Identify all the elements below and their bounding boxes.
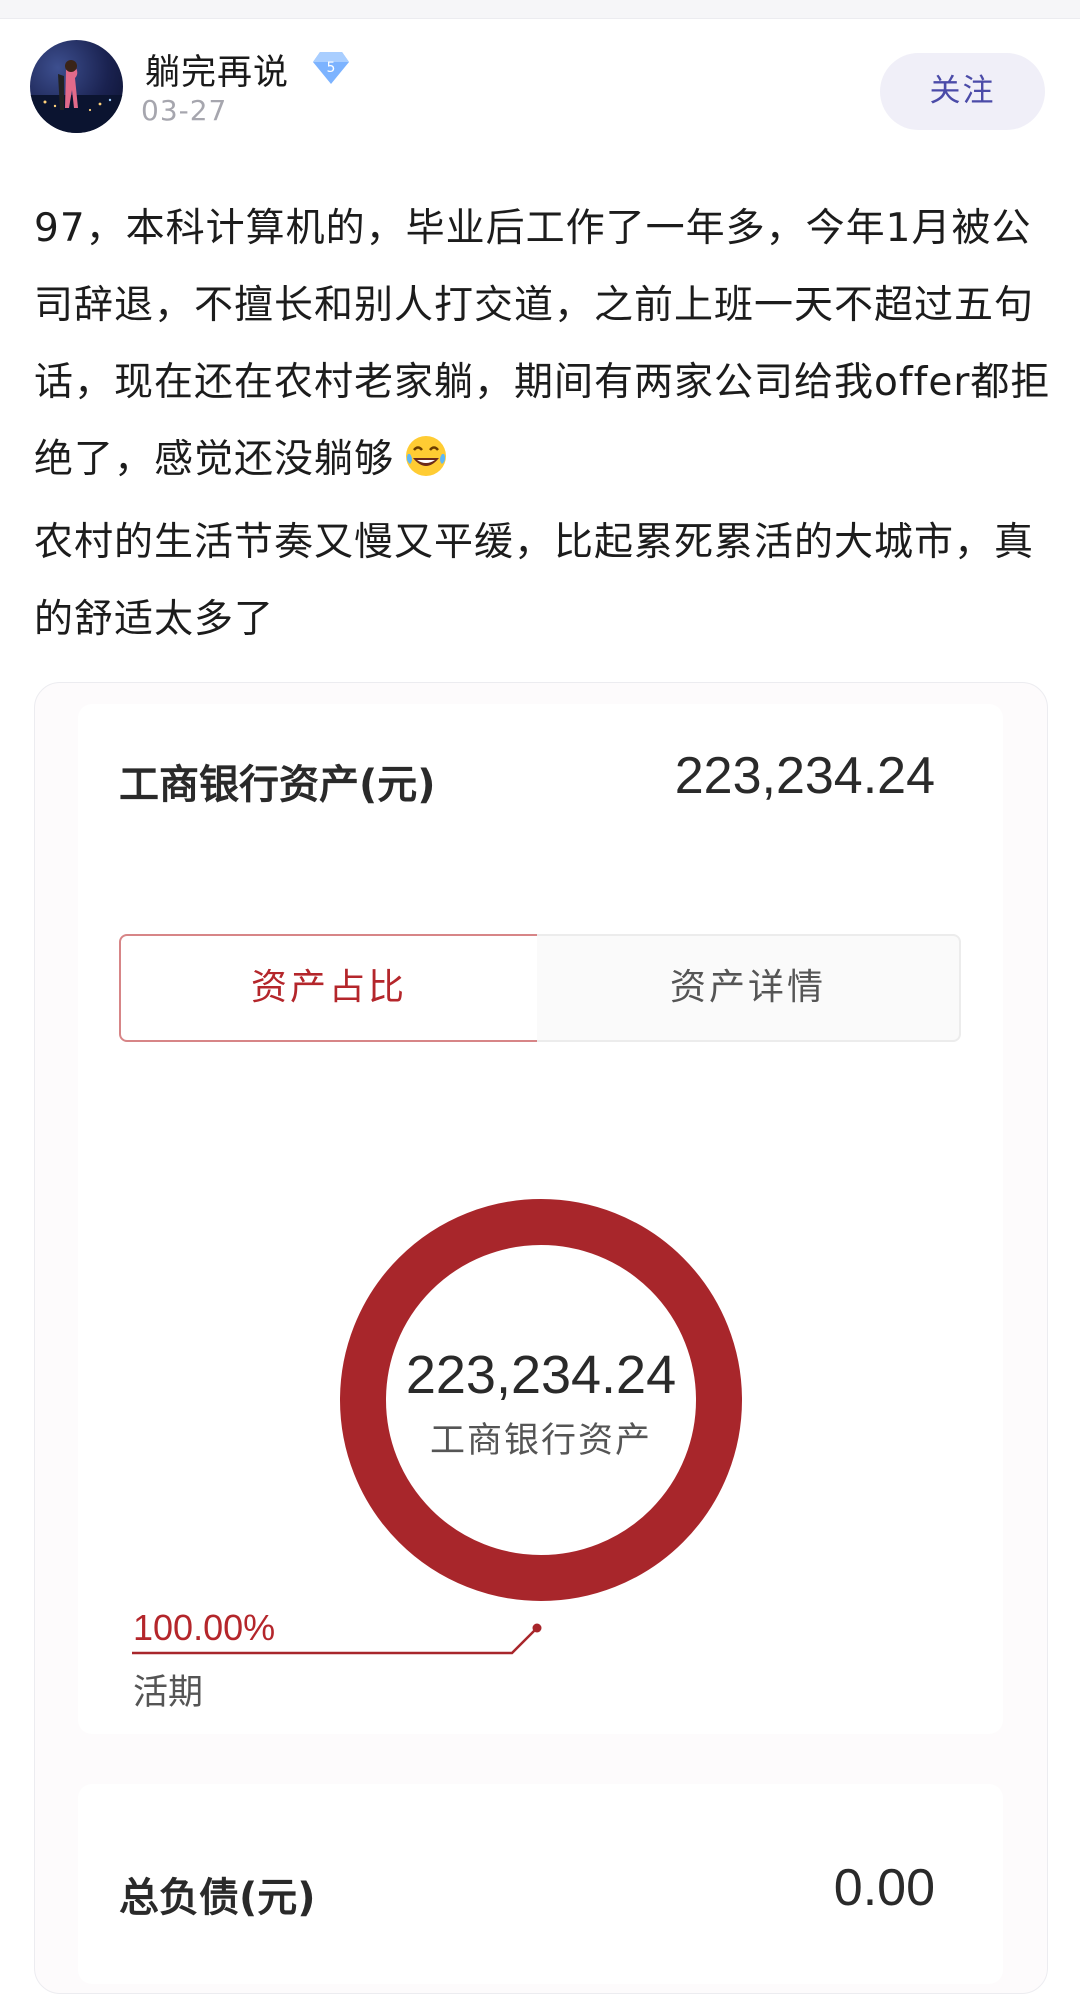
laughing-tears-emoji-icon bbox=[404, 427, 448, 504]
user-avatar[interactable] bbox=[30, 40, 123, 133]
total-debt-label: 总负债(元) bbox=[119, 1875, 316, 1921]
tab-asset-ratio[interactable]: 资产占比 bbox=[119, 934, 539, 1042]
post-paragraph-2: 农村的生活节奏又慢又平缓，比起累死累活的大城市，真的舒适太多了 bbox=[34, 520, 1035, 642]
slice-name-label: 活期 bbox=[133, 1673, 204, 1713]
bank-asset-label: 工商银行资产(元) bbox=[119, 762, 436, 808]
donut-center-label: 工商银行资产 bbox=[429, 1421, 652, 1461]
slice-percent-label: 100.00% bbox=[133, 1607, 276, 1648]
follow-button[interactable]: 关注 bbox=[880, 53, 1045, 130]
post-text: 97，本科计算机的，毕业后工作了一年多，今年1月被公司辞退，不擅长和别人打交道，… bbox=[34, 190, 1054, 658]
post-paragraph-1: 97，本科计算机的，毕业后工作了一年多，今年1月被公司辞退，不擅长和别人打交道，… bbox=[34, 206, 1051, 482]
level-diamond-badge-icon: 5 bbox=[313, 52, 349, 84]
bank-asset-value: 223,234.24 bbox=[674, 747, 935, 805]
total-debt-value: 0.00 bbox=[833, 1859, 935, 1917]
avatar-image-icon bbox=[30, 60, 123, 133]
asset-tabs: 资产占比 资产详情 bbox=[119, 934, 961, 1042]
post-date: 03-27 bbox=[141, 94, 228, 127]
donut-center-value: 223,234.24 bbox=[405, 1345, 677, 1405]
top-divider bbox=[0, 0, 1080, 19]
tab-asset-details[interactable]: 资产详情 bbox=[537, 934, 961, 1042]
level-badge-number: 5 bbox=[327, 60, 336, 76]
username[interactable]: 躺完再说 bbox=[145, 44, 289, 95]
